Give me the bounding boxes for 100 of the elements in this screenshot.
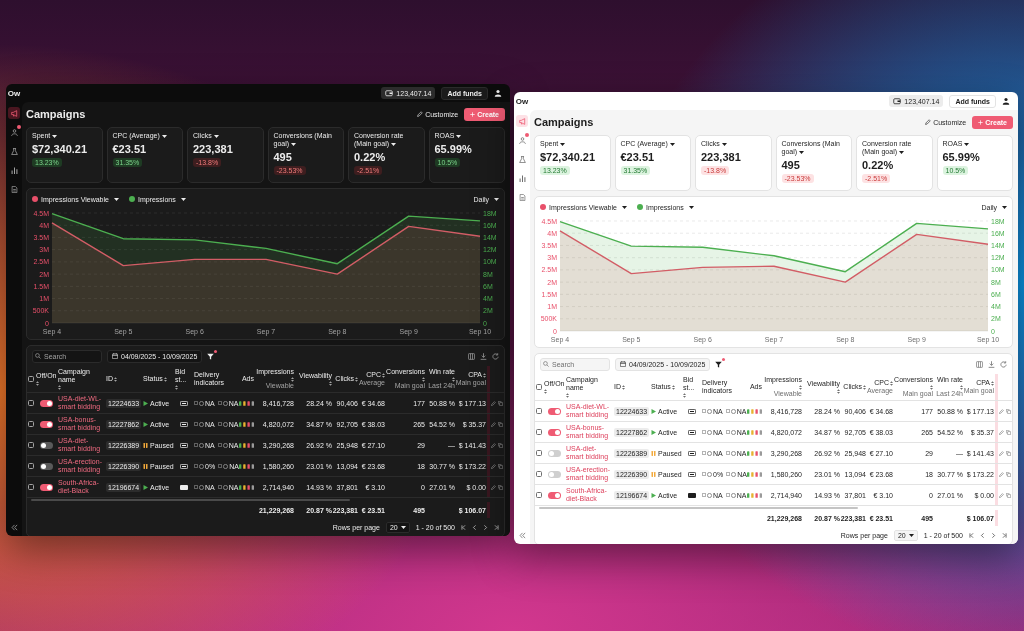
copy-icon[interactable] (1006, 408, 1011, 414)
status-bars-icon (747, 408, 762, 414)
ring-icon (222, 400, 228, 406)
plus-icon (978, 119, 984, 125)
toggle-switch[interactable] (39, 462, 53, 470)
edit-icon[interactable] (491, 463, 496, 469)
select-all-checkbox[interactable] (536, 384, 542, 390)
user-icon[interactable] (494, 89, 502, 97)
edit-icon[interactable] (999, 429, 1004, 435)
edit-icon[interactable] (999, 492, 1004, 498)
row-checkbox[interactable] (536, 492, 542, 498)
status-bars-icon (239, 463, 254, 469)
first-page-icon[interactable] (969, 532, 974, 538)
toggle-switch[interactable] (39, 399, 53, 407)
pause-icon (651, 471, 656, 477)
minus-box-icon (179, 463, 188, 469)
caret-icon (291, 142, 297, 146)
copy-icon[interactable] (1006, 492, 1011, 498)
collapse-icon[interactable] (10, 524, 18, 531)
copy-icon[interactable] (1006, 450, 1011, 456)
last-page-icon[interactable] (1002, 532, 1007, 538)
row-checkbox[interactable] (536, 471, 542, 477)
copy-icon[interactable] (1006, 471, 1011, 477)
copy-icon[interactable] (498, 442, 503, 448)
ring-icon (707, 492, 712, 498)
minus-box-icon (687, 450, 696, 456)
copy-icon[interactable] (498, 463, 503, 469)
filter-icon[interactable] (715, 360, 723, 368)
calendar-icon (112, 353, 118, 359)
edit-icon[interactable] (999, 450, 1004, 456)
caret-icon (52, 134, 58, 138)
calendar-icon (620, 361, 626, 367)
copy-icon[interactable] (1006, 429, 1011, 435)
sort-icon (175, 384, 178, 390)
toggle-switch[interactable] (39, 420, 53, 428)
edit-icon[interactable] (491, 484, 496, 490)
metric-value: $72,340.21 (32, 143, 88, 156)
ring-icon (199, 421, 204, 427)
row-checkbox[interactable] (28, 442, 34, 448)
row-checkbox[interactable] (28, 400, 34, 406)
copy-icon[interactable] (498, 484, 503, 490)
toggle-switch[interactable] (547, 470, 561, 478)
download-icon[interactable] (988, 360, 995, 368)
user-icon[interactable] (1002, 97, 1010, 105)
row-checkbox[interactable] (536, 408, 542, 414)
minus-box-icon (687, 429, 696, 435)
refresh-icon[interactable] (492, 352, 499, 360)
toggle-switch[interactable] (547, 407, 561, 415)
ring-icon (222, 421, 228, 427)
sidebar-button[interactable] (8, 145, 20, 157)
sort-icon (671, 384, 675, 390)
sidebar-button[interactable] (8, 126, 20, 138)
edit-icon[interactable] (999, 408, 1004, 414)
plus-icon (470, 111, 476, 117)
copy-icon[interactable] (498, 400, 503, 406)
sidebar-button[interactable] (8, 107, 20, 119)
sidebar-button[interactable] (8, 183, 20, 195)
status-bars-icon (747, 450, 762, 456)
sort-icon (566, 392, 569, 398)
ring-icon (730, 450, 736, 456)
caret-icon (1002, 205, 1007, 209)
bar-chart-icon (10, 166, 18, 174)
toggle-switch[interactable] (547, 428, 561, 436)
row-checkbox[interactable] (28, 421, 34, 427)
download-icon[interactable] (480, 352, 487, 360)
toggle-switch[interactable] (547, 449, 561, 457)
status-bars-icon (747, 471, 762, 477)
toggle-switch[interactable] (39, 483, 53, 491)
row-checkbox[interactable] (536, 450, 542, 456)
toggle-switch[interactable] (547, 491, 561, 499)
page-title: Campaigns (534, 116, 594, 128)
toggle-switch[interactable] (39, 441, 53, 449)
caret-icon (908, 533, 914, 537)
row-checkbox[interactable] (536, 429, 542, 435)
sort-icon (863, 384, 866, 390)
edit-icon[interactable] (491, 421, 496, 427)
chevron-right-icon[interactable] (991, 532, 996, 538)
chevron-left-icon[interactable] (980, 532, 985, 538)
ring-icon (222, 484, 228, 490)
copy-icon[interactable] (498, 421, 503, 427)
ring-icon (730, 429, 736, 435)
refresh-icon[interactable] (1000, 360, 1007, 368)
status-bars-icon (239, 421, 254, 427)
sidebar-button[interactable] (516, 172, 528, 184)
row-checkbox[interactable] (28, 463, 34, 469)
ring-icon (707, 408, 712, 414)
edit-icon[interactable] (491, 400, 496, 406)
status-bars-icon (747, 429, 762, 435)
select-all-checkbox[interactable] (28, 376, 34, 382)
collapse-icon[interactable] (518, 532, 526, 539)
edit-icon[interactable] (491, 442, 496, 448)
edit-icon[interactable] (999, 471, 1004, 477)
metric-value: 223,381 (701, 151, 741, 164)
columns-icon[interactable] (976, 360, 983, 368)
metric-value: 0.22% (862, 159, 894, 172)
filter-icon[interactable] (207, 352, 215, 360)
search-icon (543, 361, 549, 367)
row-checkbox[interactable] (28, 484, 34, 490)
columns-icon[interactable] (468, 352, 475, 360)
sidebar-button[interactable] (8, 164, 20, 176)
